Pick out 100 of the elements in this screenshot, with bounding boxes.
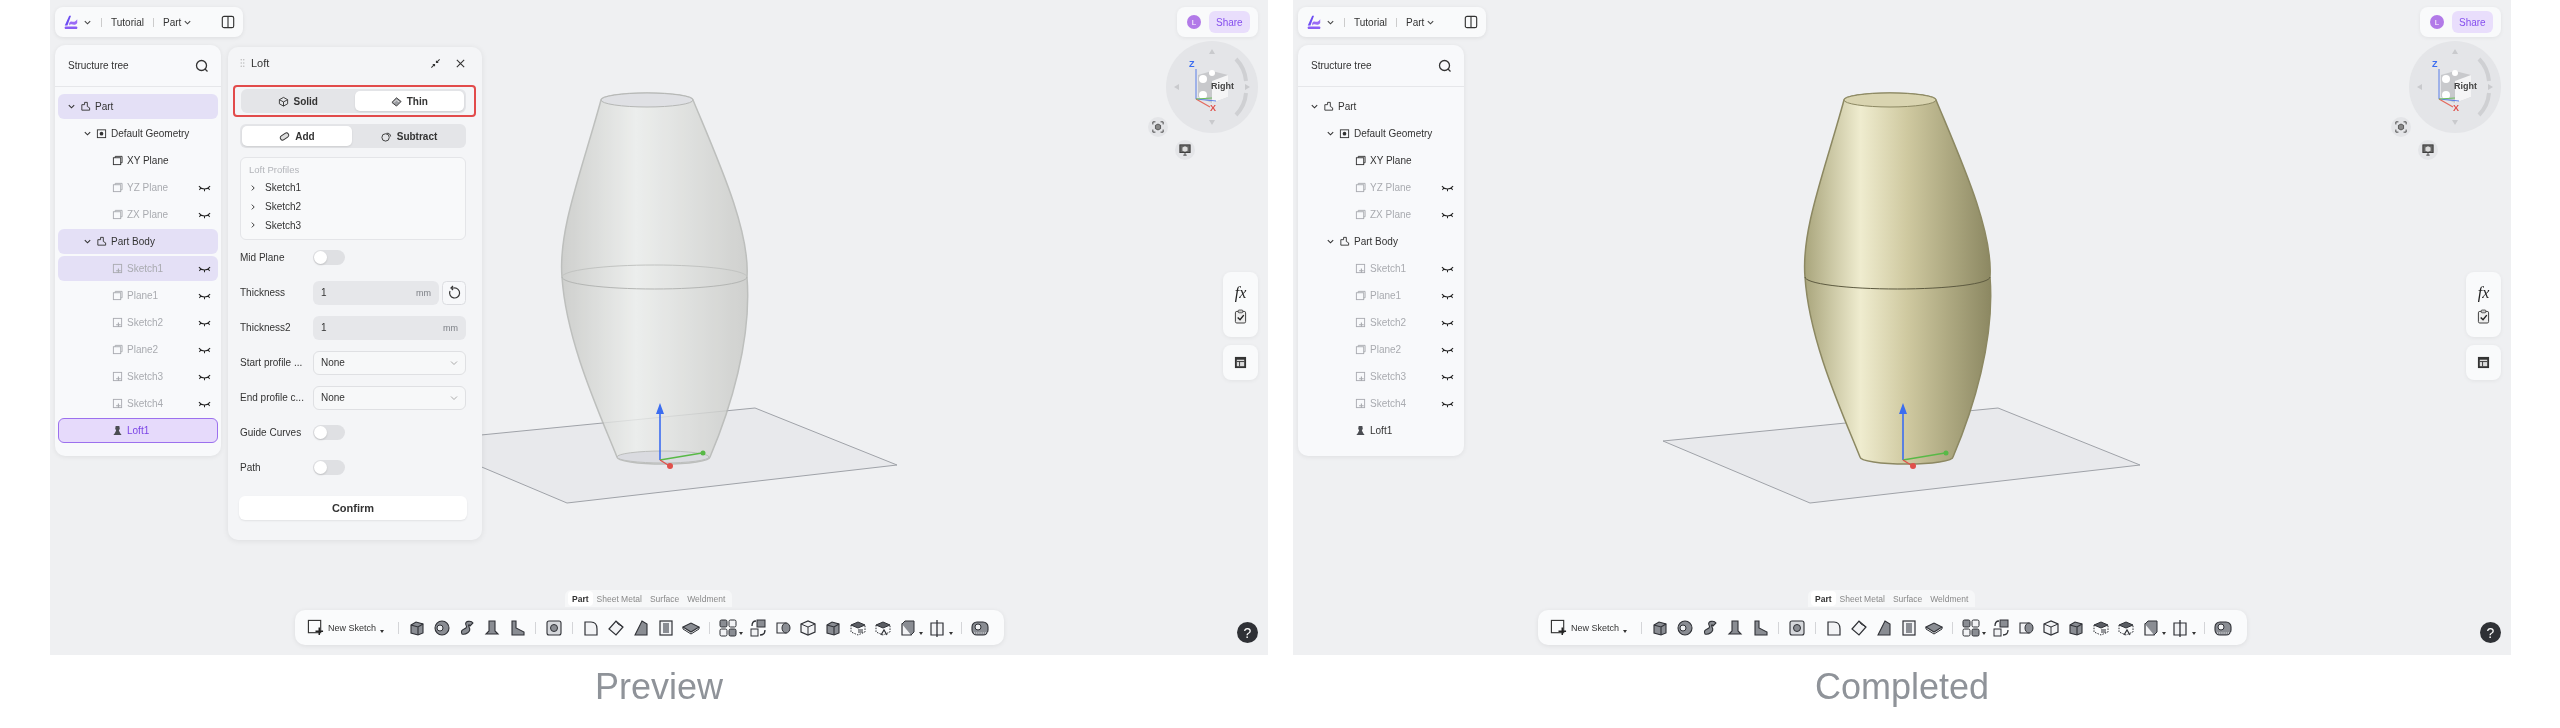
table-icon[interactable] <box>2477 356 2490 369</box>
tree-item[interactable]: XY Plane <box>1301 148 1461 173</box>
tree-item[interactable]: Default Geometry <box>1301 121 1461 146</box>
hidden-eye-icon[interactable] <box>198 210 211 219</box>
tree-item[interactable]: Part Body <box>1301 229 1461 254</box>
workspace-tab[interactable]: Part <box>1811 591 1836 606</box>
toggle-switch[interactable] <box>313 425 345 440</box>
view-navigator[interactable]: Right Z X <box>2409 41 2501 133</box>
ring-icon[interactable] <box>432 617 453 638</box>
chevron-icon[interactable] <box>83 129 92 138</box>
split-panel-icon[interactable] <box>1464 15 1478 29</box>
hidden-eye-icon[interactable] <box>1441 345 1454 354</box>
profile-item[interactable]: Sketch3 <box>249 217 457 233</box>
segment-tab[interactable]: Thin <box>354 91 464 111</box>
document-title[interactable]: Tutorial <box>1354 16 1387 28</box>
close-icon[interactable] <box>455 57 466 69</box>
fit-view-button[interactable] <box>2391 117 2411 137</box>
framed-box-icon[interactable] <box>544 617 565 638</box>
dropdown-field[interactable]: None <box>313 350 466 375</box>
dropdown-field[interactable]: None <box>313 385 466 410</box>
segment-tab[interactable]: Subtract <box>354 126 464 146</box>
number-field[interactable]: 1 mm <box>313 315 466 340</box>
logo-icon[interactable] <box>63 14 79 30</box>
hidden-eye-icon[interactable] <box>198 264 211 273</box>
workspace-tab[interactable]: Weldment <box>1926 591 1973 606</box>
chevron-icon[interactable] <box>249 221 257 230</box>
workspace-tab[interactable]: Surface <box>1888 591 1927 606</box>
chevron-icon[interactable] <box>249 202 257 211</box>
mode-dropdown[interactable]: Part <box>1406 16 1436 28</box>
logo-icon[interactable] <box>1306 14 1322 30</box>
workspace-tab[interactable]: Weldment <box>683 591 730 606</box>
hidden-eye-icon[interactable] <box>198 183 211 192</box>
view-navigator[interactable]: Right Z X <box>1166 41 1258 133</box>
hidden-eye-icon[interactable] <box>198 399 211 408</box>
chevron-icon[interactable] <box>83 237 92 246</box>
wire-cube-icon[interactable] <box>798 617 819 638</box>
hidden-eye-icon[interactable] <box>198 372 211 381</box>
hidden-eye-icon[interactable] <box>1441 210 1454 219</box>
chevron-icon[interactable] <box>1326 237 1335 246</box>
segment-tab[interactable]: Solid <box>243 91 353 111</box>
swap-arrows-icon[interactable] <box>748 617 769 638</box>
new-sketch-button[interactable]: New Sketch <box>1550 619 1634 636</box>
chevron-icon[interactable] <box>1326 129 1335 138</box>
new-sketch-button[interactable]: New Sketch <box>307 619 391 636</box>
chevron-icon[interactable] <box>67 102 76 111</box>
vase-model[interactable] <box>1803 92 1992 465</box>
profile-item[interactable]: Sketch2 <box>249 198 457 215</box>
display-mode-button[interactable] <box>1175 140 1195 160</box>
hidden-eye-icon[interactable] <box>1441 291 1454 300</box>
fit-view-button[interactable] <box>1148 117 1168 137</box>
table-icon[interactable] <box>1234 356 1247 369</box>
ring-icon[interactable] <box>1675 617 1696 638</box>
hidden-eye-icon[interactable] <box>198 291 211 300</box>
toggle-switch[interactable] <box>313 250 345 265</box>
segment-tab[interactable]: Add <box>242 126 352 146</box>
chevron-icon[interactable] <box>249 183 257 192</box>
hidden-eye-icon[interactable] <box>1441 264 1454 273</box>
swap-arrows-icon[interactable] <box>1991 617 2012 638</box>
drag-handle-icon[interactable] <box>240 58 245 68</box>
profile-item[interactable]: Sketch1 <box>249 180 457 196</box>
tree-item[interactable]: Part <box>58 94 218 119</box>
clipboard-check-icon[interactable] <box>1234 309 1247 324</box>
hidden-eye-icon[interactable] <box>1441 399 1454 408</box>
share-button[interactable]: Share <box>2452 11 2493 33</box>
tree-item[interactable]: Loft1 <box>58 418 218 443</box>
split-panel-icon[interactable] <box>221 15 235 29</box>
hidden-eye-icon[interactable] <box>1441 183 1454 192</box>
formula-button[interactable]: fx <box>1234 285 1247 301</box>
workspace-tab[interactable]: Surface <box>645 591 684 606</box>
tree-item[interactable]: XY Plane <box>58 148 218 173</box>
confirm-button[interactable]: Confirm <box>239 496 467 520</box>
hidden-eye-icon[interactable] <box>198 318 211 327</box>
tree-item[interactable]: Part Body <box>58 229 218 254</box>
hidden-eye-icon[interactable] <box>198 345 211 354</box>
display-mode-button[interactable] <box>2418 140 2438 160</box>
workspace-tab[interactable]: Part <box>568 591 593 606</box>
workspace-tab[interactable]: Sheet Metal <box>1835 591 1889 606</box>
search-icon[interactable] <box>1438 58 1452 73</box>
clipboard-check-icon[interactable] <box>2477 309 2490 324</box>
toggle-switch[interactable] <box>313 460 345 475</box>
grid-icon[interactable] <box>1961 617 1982 638</box>
grid-icon[interactable] <box>718 617 739 638</box>
number-field[interactable]: 1 mm <box>313 280 439 305</box>
help-button[interactable]: ? <box>1237 622 1258 643</box>
chevron-icon[interactable] <box>1310 102 1319 111</box>
reset-icon[interactable] <box>442 280 466 305</box>
hidden-eye-icon[interactable] <box>1441 318 1454 327</box>
collapse-icon[interactable] <box>430 57 441 69</box>
workspace-tab[interactable]: Sheet Metal <box>592 591 646 606</box>
framed-box-icon[interactable] <box>1787 617 1808 638</box>
formula-button[interactable]: fx <box>2477 285 2490 301</box>
tree-item[interactable]: Part <box>1301 94 1461 119</box>
help-button[interactable]: ? <box>2480 622 2501 643</box>
hidden-eye-icon[interactable] <box>1441 372 1454 381</box>
share-button[interactable]: Share <box>1209 11 1250 33</box>
wire-cube-icon[interactable] <box>2041 617 2062 638</box>
document-title[interactable]: Tutorial <box>111 16 144 28</box>
tree-item[interactable]: Loft1 <box>1301 418 1461 443</box>
search-icon[interactable] <box>195 58 209 73</box>
mode-dropdown[interactable]: Part <box>163 16 193 28</box>
